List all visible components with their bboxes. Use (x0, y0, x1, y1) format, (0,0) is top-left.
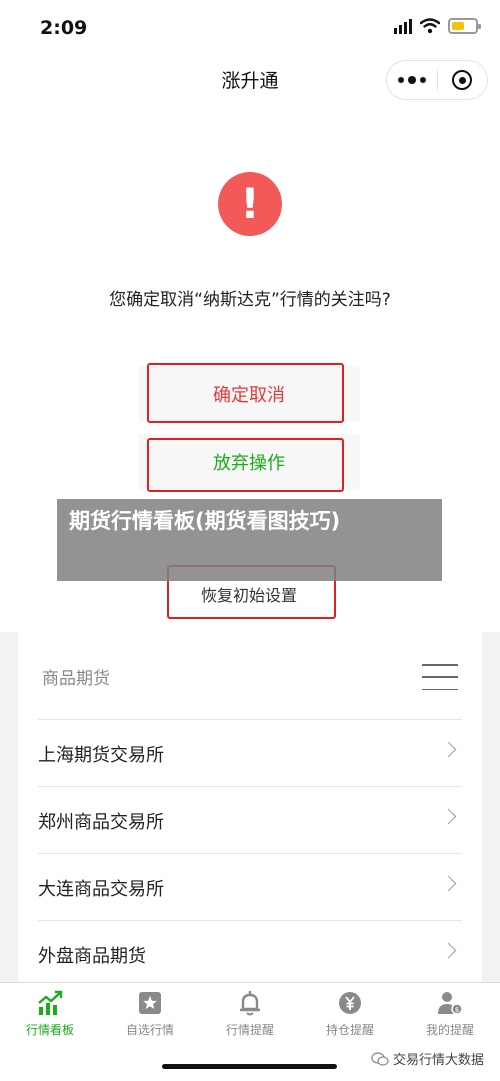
abort-operation-button[interactable]: 放弃操作 (138, 434, 360, 490)
tab-label: 持仓提醒 (325, 1023, 374, 1037)
miniprogram-capsule (386, 60, 488, 100)
watermark: 交易行情大数据 (370, 1049, 484, 1068)
confirm-question: 您确定取消“纳斯达克”行情的关注吗? (109, 290, 391, 310)
overlay-banner: 期货行情看板(期货看图技巧) (57, 499, 442, 581)
target-circle-icon (452, 70, 473, 90)
wechat-logo-icon (371, 1051, 389, 1066)
chevron-right-icon (440, 808, 457, 825)
list-item-label: 大连商品交易所 (38, 879, 164, 900)
svg-text:$: $ (455, 1006, 459, 1014)
tab-market-board[interactable]: 行情看板 (0, 983, 100, 1043)
tab-label: 行情提醒 (225, 1023, 274, 1037)
list-item-czce[interactable]: 郑州商品交易所 (38, 786, 462, 853)
tab-watchlist[interactable]: 自选行情 (100, 983, 200, 1043)
list-item-label: 郑州商品交易所 (38, 812, 164, 833)
chevron-right-icon (440, 942, 457, 959)
futures-card: 商品期货 上海期货交易所 郑州商品交易所 大连商品交易所 外盘商品期货 (18, 632, 482, 984)
chevron-right-icon (440, 741, 457, 758)
bell-icon (240, 991, 260, 1016)
list-item-overseas[interactable]: 外盘商品期货 (38, 920, 462, 987)
battery-icon (448, 18, 481, 34)
close-miniprogram-button[interactable] (437, 61, 487, 99)
star-icon (139, 992, 161, 1014)
chevron-right-icon (440, 875, 457, 892)
banner-text: 期货行情看板(期货看图技巧) (69, 509, 341, 533)
tab-market-alert[interactable]: 行情提醒 (200, 983, 300, 1043)
list-item-dce[interactable]: 大连商品交易所 (38, 853, 462, 920)
confirm-cancel-button[interactable]: 确定取消 (138, 366, 360, 422)
yen-coin-icon (339, 992, 361, 1014)
alert-icon: ! (218, 172, 282, 236)
signal-icon (394, 18, 412, 34)
status-icons (394, 18, 481, 34)
menu-icon[interactable] (422, 664, 458, 690)
wifi-icon (420, 18, 440, 34)
tab-position-alert[interactable]: 持仓提醒 (300, 983, 400, 1043)
status-time: 2:09 (40, 17, 88, 39)
tab-label: 自选行情 (125, 1023, 174, 1037)
list-item-label: 外盘商品期货 (38, 946, 146, 967)
watermark-text: 交易行情大数据 (392, 1053, 484, 1068)
chart-up-icon (38, 990, 63, 1015)
tab-my-alerts[interactable]: $ 我的提醒 (400, 983, 500, 1043)
tab-label: 行情看板 (25, 1023, 74, 1037)
list-item-shfe[interactable]: 上海期货交易所 (38, 719, 462, 786)
card-header: 商品期货 (42, 669, 110, 689)
more-options-button[interactable] (387, 61, 437, 99)
list-item-label: 上海期货交易所 (38, 745, 164, 766)
user-money-icon: $ (438, 992, 463, 1015)
home-indicator (162, 1064, 337, 1069)
tab-label: 我的提醒 (425, 1023, 474, 1037)
status-bar: 2:09 (0, 0, 500, 58)
